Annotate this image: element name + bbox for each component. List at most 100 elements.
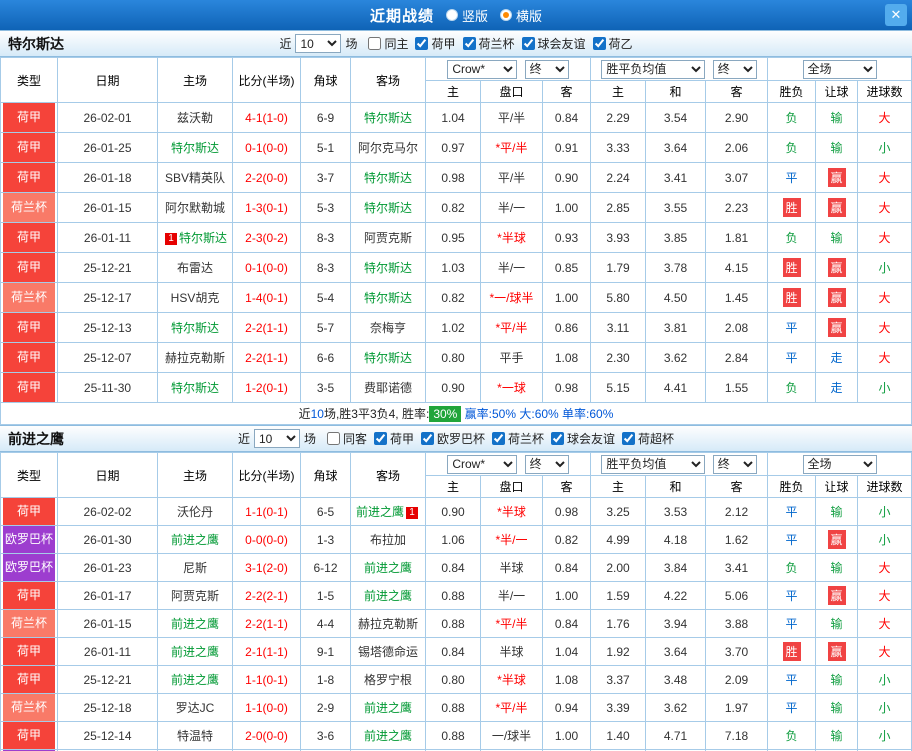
overunder-result: 小 — [879, 701, 891, 715]
league-cell: 欧罗巴杯 — [1, 526, 58, 554]
filter-checkbox[interactable]: 荷甲 — [415, 35, 455, 52]
avg-home-odds: 5.80 — [591, 283, 646, 313]
away-team-cell: 费耶诺德 — [351, 373, 426, 403]
filter-checkbox[interactable]: 荷超杯 — [622, 430, 674, 447]
checkbox-input[interactable] — [622, 432, 635, 445]
checkbox-input[interactable] — [593, 37, 606, 50]
overunder-result: 大 — [879, 231, 891, 245]
match-row: 荷甲26-02-02沃伦丹1-1(0-1)6-5前进之鹰10.90*半球0.98… — [1, 498, 912, 526]
checkbox-input[interactable] — [421, 432, 434, 445]
home-team-cell: 布雷达 — [158, 253, 233, 283]
checkbox-input[interactable] — [522, 37, 535, 50]
col-corner: 角球 — [301, 453, 351, 498]
filter-checkbox[interactable]: 同主 — [368, 35, 408, 52]
wdl-result-cell: 负 — [768, 373, 816, 403]
matches-table: 类型 日期 主场 比分(半场) 角球 客场 Crow* 终 胜平负均值 终 全场… — [0, 57, 912, 403]
wdl-result-cell: 平 — [768, 526, 816, 554]
match-count-select[interactable]: 10 — [254, 429, 300, 448]
filter-checkbox[interactable]: 同客 — [327, 430, 367, 447]
overunder-result-cell: 大 — [858, 193, 912, 223]
date-cell: 25-12-13 — [58, 313, 158, 343]
home-team-cell: 兹沃勒 — [158, 103, 233, 133]
avg-home-odds: 3.25 — [591, 498, 646, 526]
away-team-cell: 阿贾克斯 — [351, 223, 426, 253]
avg-odds-select[interactable]: 胜平负均值 — [601, 455, 705, 474]
corner-cell: 1-8 — [301, 666, 351, 694]
wdl-result: 平 — [786, 505, 798, 519]
match-row: 荷甲26-01-111特尔斯达2-3(0-2)8-3阿贾克斯0.95*半球0.9… — [1, 223, 912, 253]
filter-checkbox[interactable]: 荷兰杯 — [463, 35, 515, 52]
handicap-result: 走 — [831, 381, 843, 395]
checkbox-input[interactable] — [374, 432, 387, 445]
checkbox-input[interactable] — [415, 37, 428, 50]
bookmaker-select[interactable]: Crow* — [447, 455, 517, 474]
wdl-result: 胜 — [783, 642, 801, 661]
layout-radio-vertical[interactable]: 竖版 — [446, 6, 488, 25]
handicap-away-odds: 1.00 — [543, 193, 591, 223]
checkbox-input[interactable] — [463, 37, 476, 50]
team-name-text: 前进之鹰 — [364, 729, 412, 743]
match-count-select[interactable]: 10 — [295, 34, 341, 53]
handicap-away-odds: 0.90 — [543, 163, 591, 193]
handicap-result: 赢 — [828, 288, 846, 307]
full-match-select[interactable]: 全场 — [803, 60, 877, 79]
match-row: 荷甲26-01-18SBV精英队2-2(0-0)3-7特尔斯达0.98平/半0.… — [1, 163, 912, 193]
summary-part: 近 — [299, 405, 311, 422]
wdl-result-cell: 平 — [768, 498, 816, 526]
checkbox-input[interactable] — [492, 432, 505, 445]
filter-checkbox[interactable]: 球会友谊 — [522, 35, 586, 52]
filter-checkbox[interactable]: 球会友谊 — [551, 430, 615, 447]
handicap-result-cell: 走 — [816, 373, 858, 403]
league-cell: 荷甲 — [1, 223, 58, 253]
stage-select[interactable]: 终 — [525, 455, 569, 474]
team-name-text: 罗达JC — [176, 701, 215, 715]
handicap-away-odds: 0.84 — [543, 610, 591, 638]
checkbox-input[interactable] — [368, 37, 381, 50]
bookmaker-select[interactable]: Crow* — [447, 60, 517, 79]
filter-checkbox[interactable]: 荷兰杯 — [492, 430, 544, 447]
overunder-result-cell: 小 — [858, 526, 912, 554]
avg-home-odds: 4.99 — [591, 526, 646, 554]
team-name-text: 赫拉克勒斯 — [358, 617, 418, 631]
team-name-text: 阿贾克斯 — [364, 231, 412, 245]
stage-select[interactable]: 终 — [525, 60, 569, 79]
full-match-select[interactable]: 全场 — [803, 455, 877, 474]
layout-radio-horizontal[interactable]: 横版 — [500, 6, 542, 25]
filter-checkbox[interactable]: 荷甲 — [374, 430, 414, 447]
filter-checkbox[interactable]: 欧罗巴杯 — [421, 430, 485, 447]
score-cell: 1-1(0-1) — [233, 666, 301, 694]
stage-select[interactable]: 终 — [713, 60, 757, 79]
handicap-away-odds: 0.98 — [543, 373, 591, 403]
league-cell: 荷甲 — [1, 373, 58, 403]
overunder-result: 小 — [879, 729, 891, 743]
team-name-text: 前进之鹰 — [171, 617, 219, 631]
avg-odds-select[interactable]: 胜平负均值 — [601, 60, 705, 79]
match-row: 荷甲25-12-14特温特2-0(0-0)3-6前进之鹰0.88一/球半1.00… — [1, 722, 912, 750]
stage-select[interactable]: 终 — [713, 455, 757, 474]
wdl-result: 平 — [786, 171, 798, 185]
avg-home-odds: 5.15 — [591, 373, 646, 403]
overunder-result: 大 — [879, 589, 891, 603]
corner-cell: 6-5 — [301, 498, 351, 526]
avg-draw-odds: 3.41 — [646, 163, 706, 193]
overunder-result-cell: 小 — [858, 694, 912, 722]
score-cell: 2-1(1-1) — [233, 638, 301, 666]
handicap-home-odds: 0.97 — [426, 133, 481, 163]
handicap-cell: 半球 — [481, 638, 543, 666]
close-button[interactable]: ✕ — [885, 4, 907, 26]
home-team-cell: 1特尔斯达 — [158, 223, 233, 253]
date-cell: 26-01-18 — [58, 163, 158, 193]
filter-checkbox[interactable]: 荷乙 — [593, 35, 633, 52]
checkbox-input[interactable] — [327, 432, 340, 445]
checkbox-label: 同客 — [343, 430, 367, 447]
match-row: 荷甲25-12-21前进之鹰1-1(0-1)1-8格罗宁根0.80*半球1.08… — [1, 666, 912, 694]
handicap-cell: 半/一 — [481, 253, 543, 283]
avg-home-odds: 2.24 — [591, 163, 646, 193]
league-cell: 荷兰杯 — [1, 193, 58, 223]
avg-draw-odds: 3.84 — [646, 554, 706, 582]
overunder-result-cell: 大 — [858, 223, 912, 253]
checkbox-input[interactable] — [551, 432, 564, 445]
col-handicap-home: 主 — [426, 81, 481, 103]
wdl-result-cell: 负 — [768, 722, 816, 750]
col-result-handicap: 让球 — [816, 476, 858, 498]
